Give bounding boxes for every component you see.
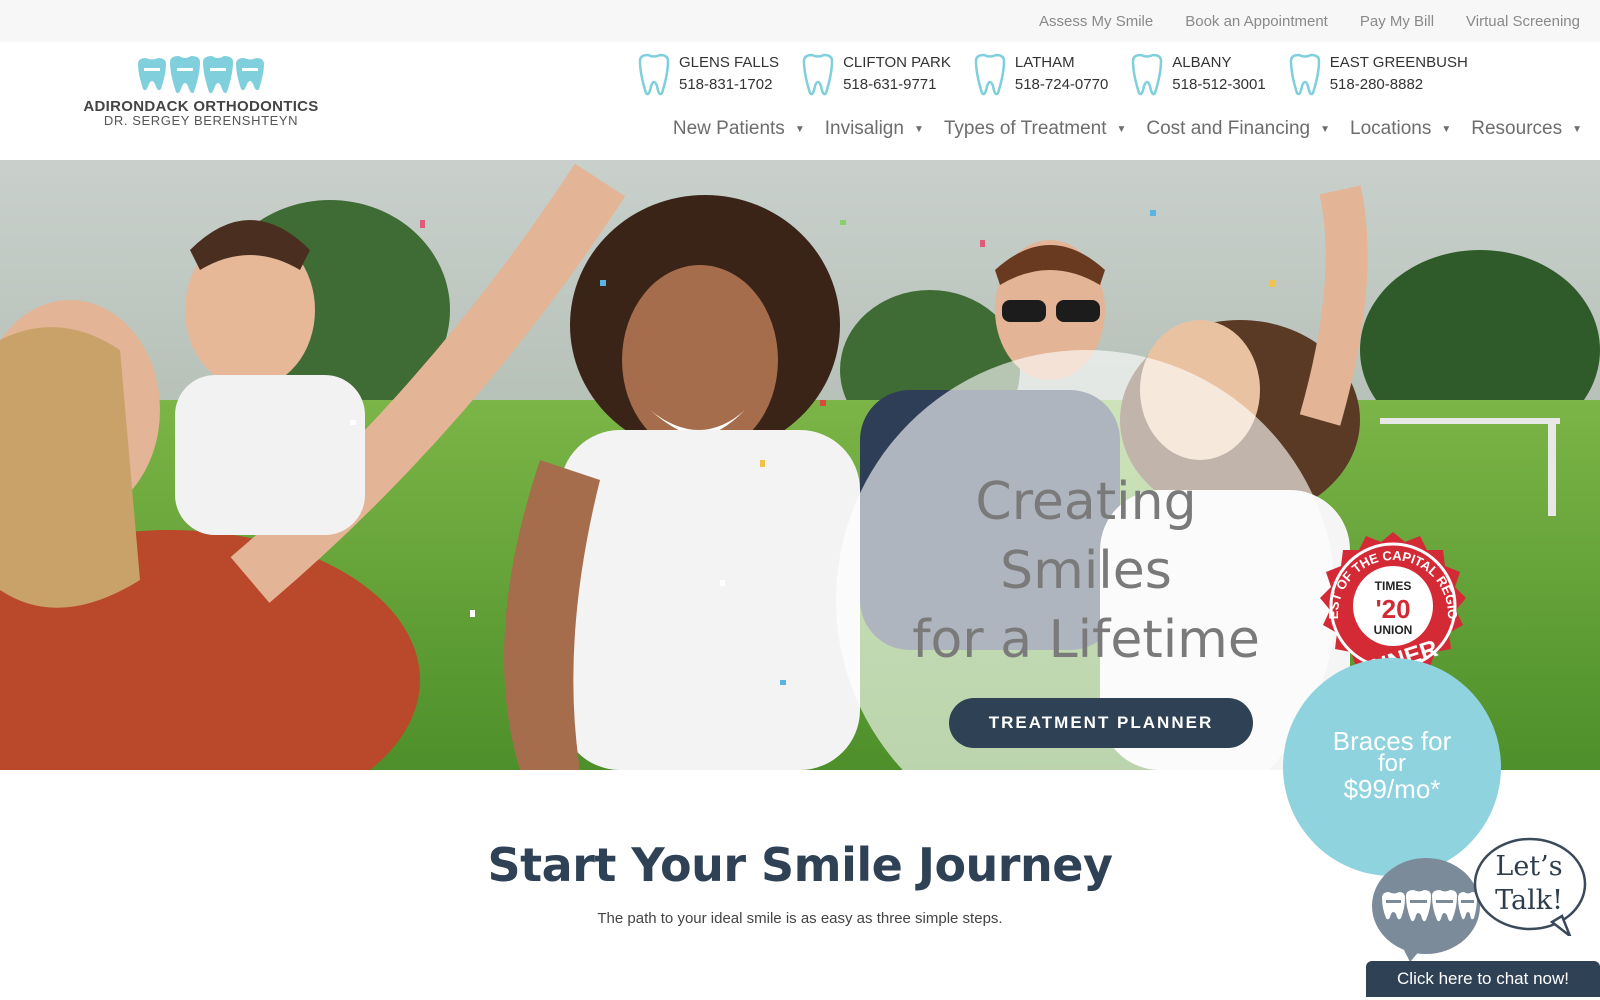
offer-line3: $99/mo* [1343,774,1441,804]
location-phone[interactable]: 518-631-9771 [843,74,951,96]
nav-label: Resources [1471,118,1563,139]
nav-label: Invisalign [824,118,904,139]
utility-link-pay[interactable]: Pay My Bill [1360,13,1434,30]
nav-types-of-treatment[interactable]: Types of Treatment ▼ [944,118,1127,140]
location-glens-falls[interactable]: GLENS FALLS 518-831-1702 [635,52,779,100]
nav-label: Cost and Financing [1146,118,1311,139]
tooth-icon [802,53,834,96]
chat-now-button[interactable]: Click here to chat now! [1366,961,1600,997]
nav-cost-and-financing[interactable]: Cost and Financing ▼ [1146,118,1330,140]
utility-link-assess[interactable]: Assess My Smile [1039,13,1153,30]
location-list: GLENS FALLS 518-831-1702 CLIFTON PARK 51… [635,52,1488,100]
logo-teeth-icon [138,56,264,94]
utility-link-virtual[interactable]: Virtual Screening [1466,13,1580,30]
nav-label: New Patients [672,118,785,139]
hero-headline-line2: Smiles [1000,541,1172,601]
tooth-icon [1132,53,1163,96]
nav-label: Types of Treatment [943,118,1107,139]
hero-headline-line1: Creating [975,472,1197,532]
nav-label: Locations [1350,118,1432,139]
caret-down-icon: ▼ [1572,123,1582,135]
caret-down-icon: ▼ [1441,123,1452,135]
location-phone[interactable]: 518-831-1702 [679,74,779,96]
caret-down-icon: ▼ [1320,123,1331,135]
logo-doctor: DR. SERGEY BERENSHTEYN [103,113,299,128]
chat-widget[interactable]: Let’s Talk! Click here to chat now! [1366,836,1600,1000]
location-phone[interactable]: 518-724-0770 [1015,74,1108,96]
caret-down-icon: ▼ [913,123,924,135]
location-phone[interactable]: 518-512-3001 [1172,74,1265,96]
utility-nav: Assess My Smile Book an Appointment Pay … [1007,0,1580,42]
location-latham[interactable]: LATHAM 518-724-0770 [971,52,1108,100]
hero-headline: Creating Smiles for a Lifetime [836,468,1336,675]
caret-down-icon: ▼ [794,123,805,135]
award-brand-bottom: UNION [1374,623,1413,637]
location-east-greenbush[interactable]: EAST GREENBUSH 518-280-8882 [1286,52,1468,100]
tooth-icon [1289,53,1320,96]
utility-bar: Assess My Smile Book an Appointment Pay … [0,0,1600,42]
chat-bubble-teeth-icon [1372,858,1480,962]
location-name: EAST GREENBUSH [1329,54,1468,71]
location-clifton-park[interactable]: CLIFTON PARK 518-631-9771 [799,52,951,100]
site-header: ADIRONDACK ORTHODONTICS DR. SERGEY BEREN… [0,42,1600,160]
nav-invisalign[interactable]: Invisalign ▼ [825,118,924,140]
location-name: ALBANY [1172,54,1232,71]
main-nav: New Patients ▼ Invisalign ▼ Types of Treat… [653,114,1582,144]
lets-talk-text: Let’s Talk! [1480,850,1578,918]
location-name: GLENS FALLS [679,54,780,71]
location-albany[interactable]: ALBANY 518-512-3001 [1128,52,1266,100]
nav-locations[interactable]: Locations ▼ [1350,118,1451,140]
section-subtitle: The path to your ideal smile is as easy … [597,910,1003,927]
location-phone[interactable]: 518-280-8882 [1330,74,1468,96]
tooth-icon [638,53,670,96]
section-title: Start Your Smile Journey [487,838,1113,892]
lets-talk-line2: Talk! [1495,885,1563,916]
lets-talk-line1: Let’s [1495,851,1563,882]
offer-line2: for [1377,750,1406,777]
utility-link-book[interactable]: Book an Appointment [1185,13,1328,30]
caret-down-icon: ▼ [1116,123,1127,135]
location-name: LATHAM [1014,54,1075,71]
location-name: CLIFTON PARK [843,54,951,71]
tooth-icon [974,53,1006,96]
nav-new-patients[interactable]: New Patients ▼ [673,118,805,140]
award-brand-top: TIMES [1375,579,1412,593]
logo[interactable]: ADIRONDACK ORTHODONTICS DR. SERGEY BEREN… [78,56,324,136]
award-year: '20 [1375,594,1410,624]
treatment-planner-button[interactable]: TREATMENT PLANNER [949,698,1253,748]
nav-resources[interactable]: Resources ▼ [1471,118,1582,140]
hero-headline-line3: for a Lifetime [912,610,1260,670]
